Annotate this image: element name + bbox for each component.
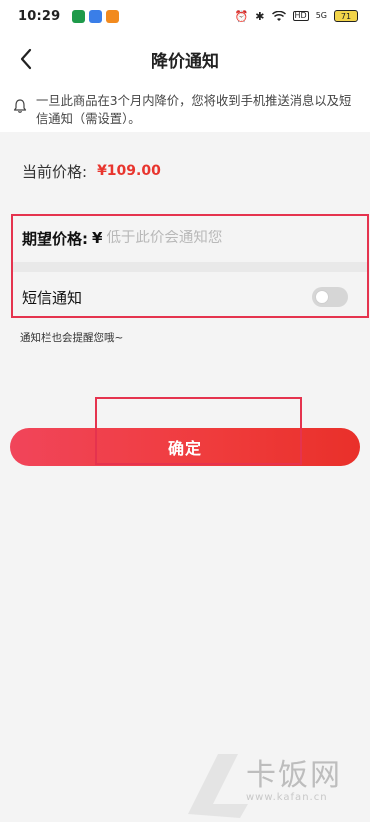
sms-notify-row: 短信通知 [0, 275, 370, 319]
back-button[interactable] [14, 45, 38, 73]
current-price-value: ¥109.00 [97, 163, 161, 179]
status-time: 10:29 [18, 8, 61, 24]
alarm-icon: ⏰ [234, 9, 249, 23]
signal-icon: 5G [315, 11, 327, 20]
expected-price-row: 期望价格: ¥ [0, 216, 370, 260]
watermark-url: www.kafan.cn [246, 792, 328, 803]
expected-price-input[interactable] [106, 230, 327, 246]
sms-notify-toggle[interactable] [312, 287, 348, 307]
bluetooth-icon: ✱ [255, 9, 265, 23]
expected-price-label: 期望价格: [22, 229, 88, 248]
currency-symbol: ¥ [92, 229, 103, 247]
notification-hint: 通知栏也会提醒您哦~ [20, 332, 124, 344]
current-price-row: 当前价格: ¥109.00 [0, 142, 370, 200]
status-indicators: ⏰ ✱ HD 5G 71 [235, 10, 358, 22]
current-price-label: 当前价格: [22, 162, 88, 181]
app-notification-icon [106, 9, 120, 23]
status-app-icons [72, 9, 120, 23]
chevron-left-icon [20, 48, 32, 70]
bell-icon [13, 99, 27, 113]
app-notification-icon [89, 9, 103, 23]
toggle-knob [315, 290, 329, 304]
watermark-text: 卡饭网 [246, 758, 342, 793]
sms-notify-label: 短信通知 [22, 288, 83, 307]
page-title: 降价通知 [151, 51, 219, 72]
nav-header: 降价通知 [0, 32, 370, 86]
confirm-button[interactable]: 确定 [10, 428, 360, 466]
notice-banner: 一旦此商品在3个月内降价，您将收到手机推送消息以及短信通知（需设置）。 [0, 86, 370, 132]
status-bar: 10:29 ⏰ ✱ HD 5G 71 [0, 0, 370, 32]
hd-icon: HD [292, 11, 309, 21]
notice-text: 一旦此商品在3个月内降价，您将收到手机推送消息以及短信通知（需设置）。 [36, 94, 352, 126]
divider [13, 262, 367, 272]
price-alert-page: 10:29 ⏰ ✱ HD 5G 71 降价通知 一旦此商品在3个月内降价，您将收… [0, 0, 370, 822]
battery-icon: 71 [334, 10, 358, 22]
wifi-icon [271, 10, 286, 21]
app-notification-icon [72, 9, 86, 23]
